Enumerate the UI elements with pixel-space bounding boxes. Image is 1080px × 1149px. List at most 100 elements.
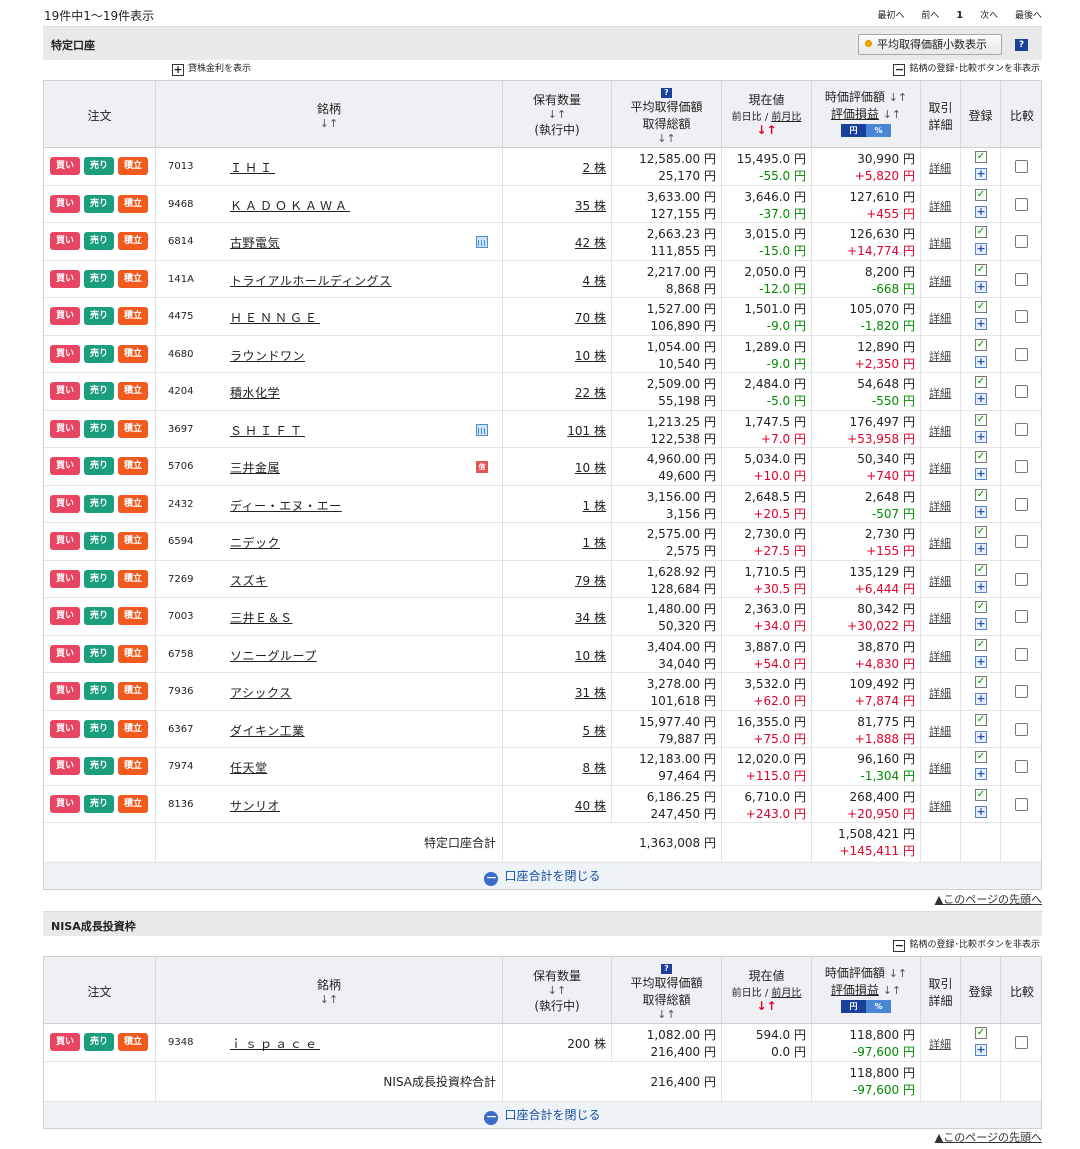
sell-button[interactable]: 売り	[84, 794, 114, 813]
buy-button[interactable]: 買い	[50, 157, 80, 175]
detail-link[interactable]: 詳細	[929, 498, 951, 514]
add-register-icon[interactable]: +	[975, 243, 987, 255]
detail-link[interactable]: 詳細	[929, 348, 951, 364]
sort-icon[interactable]: ↓↑	[612, 132, 721, 145]
col-avg[interactable]: ? 平均取得価額 取得総額 ↓↑	[612, 957, 722, 1023]
stock-name-link[interactable]: ディー・エヌ・エー	[230, 497, 342, 514]
buy-button[interactable]: 買い	[50, 232, 80, 250]
detail-link[interactable]: 詳細	[929, 610, 951, 626]
detail-link[interactable]: 詳細	[929, 385, 951, 401]
qty-link[interactable]: 10 株	[575, 647, 606, 664]
pct-toggle[interactable]: %	[866, 124, 891, 137]
add-register-icon[interactable]: +	[975, 543, 987, 555]
stock-name-link[interactable]: ＩＨＩ	[230, 159, 275, 176]
detail-link[interactable]: 詳細	[929, 460, 951, 476]
accumulate-button[interactable]: 積立	[118, 494, 148, 513]
add-register-icon[interactable]: +	[975, 393, 987, 405]
detail-link[interactable]: 詳細	[929, 685, 951, 701]
lending-rate-toggle[interactable]: + 貸株金利を表示	[172, 63, 251, 77]
qty-link[interactable]: 2 株	[583, 159, 606, 176]
stock-name-link[interactable]: 三井金属	[230, 459, 280, 476]
add-register-icon[interactable]: +	[975, 430, 987, 443]
registered-check-icon[interactable]: ✓	[975, 1027, 987, 1039]
stock-name-link[interactable]: 任天堂	[230, 759, 268, 776]
compare-checkbox[interactable]	[1015, 535, 1028, 548]
sell-button[interactable]: 売り	[84, 644, 114, 663]
sort-icon[interactable]: ↓↑	[883, 108, 901, 121]
stock-name-link[interactable]: アシックス	[230, 684, 292, 701]
page-top-link[interactable]: ▲このページの先頭へ	[935, 891, 1042, 907]
sell-button[interactable]: 売り	[84, 494, 114, 513]
sell-button[interactable]: 売り	[84, 532, 114, 550]
registered-check-icon[interactable]: ✓	[975, 188, 987, 201]
accumulate-button[interactable]: 積立	[118, 607, 148, 625]
add-register-icon[interactable]: +	[975, 205, 987, 218]
accumulate-button[interactable]: 積立	[118, 419, 148, 438]
compare-checkbox[interactable]	[1015, 572, 1028, 586]
qty-link[interactable]: 1 株	[583, 534, 606, 551]
sort-icon[interactable]: ↓↑	[889, 967, 907, 980]
add-register-icon[interactable]: +	[975, 768, 987, 780]
compare-checkbox[interactable]	[1015, 235, 1028, 248]
stock-name-link[interactable]: ソニーグループ	[230, 647, 317, 664]
compare-checkbox[interactable]	[1015, 610, 1028, 623]
add-register-icon[interactable]: +	[975, 280, 987, 293]
detail-link[interactable]: 詳細	[929, 198, 951, 214]
buy-button[interactable]: 買い	[50, 1033, 80, 1051]
registered-check-icon[interactable]: ✓	[975, 601, 987, 613]
col-qty[interactable]: 保有数量 ↓↑ (執行中)	[503, 81, 612, 147]
stock-name-link[interactable]: 古野電気	[230, 234, 280, 251]
hide-buttons-toggle[interactable]: − 銘柄の登録･比較ボタンを非表示	[893, 63, 1040, 77]
col-value[interactable]: 時価評価額 ↓↑ 評価損益 ↓↑ 円%	[812, 957, 921, 1023]
yen-toggle[interactable]: 円	[841, 124, 866, 137]
registered-check-icon[interactable]: ✓	[975, 676, 987, 688]
registered-check-icon[interactable]: ✓	[975, 413, 987, 426]
compare-checkbox[interactable]	[1015, 310, 1028, 323]
close-total-button[interactable]: − 口座合計を閉じる	[44, 1101, 1041, 1128]
col-current[interactable]: 現在値 前日比 / 前月比 ↓↑	[722, 81, 812, 147]
qty-link[interactable]: 10 株	[575, 459, 606, 476]
detail-link[interactable]: 詳細	[929, 723, 951, 739]
help-icon[interactable]: ?	[661, 964, 672, 974]
registered-check-icon[interactable]: ✓	[975, 263, 987, 276]
sort-icon[interactable]: ↓↑	[156, 993, 502, 1006]
accumulate-button[interactable]: 積立	[118, 532, 148, 550]
accumulate-button[interactable]: 積立	[118, 644, 148, 663]
sell-button[interactable]: 売り	[84, 1033, 114, 1051]
hide-buttons-toggle[interactable]: − 銘柄の登録･比較ボタンを非表示	[893, 939, 1040, 953]
buy-button[interactable]: 買い	[50, 757, 80, 775]
qty-link[interactable]: 1 株	[583, 497, 606, 514]
detail-link[interactable]: 詳細	[929, 1036, 951, 1052]
stock-name-link[interactable]: ダイキン工業	[230, 722, 305, 739]
registered-check-icon[interactable]: ✓	[975, 226, 987, 238]
add-register-icon[interactable]: +	[975, 505, 987, 518]
sell-button[interactable]: 売り	[84, 419, 114, 438]
accumulate-button[interactable]: 積立	[118, 682, 148, 700]
buy-button[interactable]: 買い	[50, 719, 80, 738]
accumulate-button[interactable]: 積立	[118, 382, 148, 400]
accumulate-button[interactable]: 積立	[118, 719, 148, 738]
qty-link[interactable]: 42 株	[575, 234, 606, 251]
compare-checkbox[interactable]	[1015, 760, 1028, 773]
help-icon[interactable]: ?	[661, 88, 672, 98]
sell-button[interactable]: 売り	[84, 269, 114, 288]
add-register-icon[interactable]: +	[975, 693, 987, 705]
buy-button[interactable]: 買い	[50, 569, 80, 588]
sell-button[interactable]: 売り	[84, 607, 114, 625]
decimal-toggle-button[interactable]: 平均取得価額小数表示	[858, 34, 1002, 55]
registered-check-icon[interactable]: ✓	[975, 301, 987, 313]
registered-check-icon[interactable]: ✓	[975, 451, 987, 463]
add-register-icon[interactable]: +	[975, 168, 987, 180]
accumulate-button[interactable]: 積立	[118, 269, 148, 288]
buy-button[interactable]: 買い	[50, 382, 80, 400]
registered-check-icon[interactable]: ✓	[975, 563, 987, 576]
sort-icon[interactable]: ↓↑	[503, 108, 611, 121]
compare-checkbox[interactable]	[1015, 197, 1028, 211]
accumulate-button[interactable]: 積立	[118, 457, 148, 475]
sort-icon[interactable]: ↓↑	[889, 91, 907, 104]
registered-check-icon[interactable]: ✓	[975, 488, 987, 501]
add-register-icon[interactable]: +	[975, 730, 987, 743]
calendar-icon[interactable]	[476, 236, 488, 248]
stock-name-link[interactable]: サンリオ	[230, 797, 280, 814]
registered-check-icon[interactable]: ✓	[975, 376, 987, 388]
